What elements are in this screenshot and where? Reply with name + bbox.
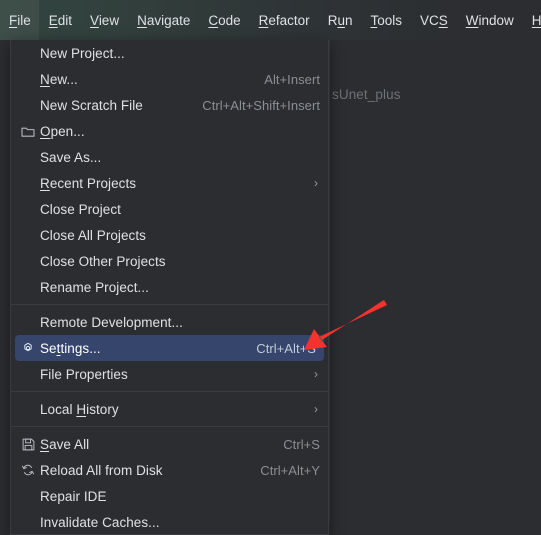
menu-item-label: Recent Projects bbox=[40, 175, 137, 191]
menu-item-label: Save All bbox=[40, 436, 90, 452]
menubar-item-edit[interactable]: Edit bbox=[40, 0, 81, 40]
menu-item-label: Close All Projects bbox=[40, 227, 146, 243]
menu-item-label: Reload All from Disk bbox=[40, 462, 163, 478]
menu-item-label: File Properties bbox=[40, 366, 128, 382]
menu-item-repair-ide[interactable]: Repair IDE bbox=[11, 483, 328, 509]
menu-item-invalidate-caches[interactable]: Invalidate Caches... bbox=[11, 509, 328, 534]
menu-separator bbox=[11, 304, 328, 305]
menubar-item-vcs[interactable]: VCS bbox=[411, 0, 457, 40]
menubar-item-code[interactable]: Code bbox=[199, 0, 249, 40]
menu-item-icon-slot bbox=[19, 175, 37, 191]
menu-item-new-project[interactable]: New Project... bbox=[11, 40, 328, 66]
menu-item-label: Remote Development... bbox=[40, 314, 183, 330]
menu-item-file-properties[interactable]: File Properties › bbox=[11, 361, 328, 387]
menu-item-remote-development[interactable]: Remote Development... bbox=[11, 309, 328, 335]
menubar-item-label: Help bbox=[531, 12, 541, 28]
menu-item-icon-slot bbox=[19, 71, 37, 87]
menu-item-new[interactable]: New... Alt+Insert bbox=[11, 66, 328, 92]
menu-item-icon-slot bbox=[19, 253, 37, 269]
menubar-item-label: VCS bbox=[419, 12, 448, 28]
menu-item-label: Close Other Projects bbox=[40, 253, 166, 269]
folder-icon bbox=[19, 123, 37, 139]
menubar-item-refactor[interactable]: Refactor bbox=[250, 0, 319, 40]
menu-item-save-all[interactable]: Save All Ctrl+S bbox=[11, 431, 328, 457]
menu-item-label: Settings... bbox=[40, 340, 101, 356]
menu-item-shortcut: Ctrl+Alt+Y bbox=[260, 462, 320, 478]
menubar-item-view[interactable]: View bbox=[81, 0, 128, 40]
menu-separator bbox=[11, 391, 328, 392]
menu-item-icon-slot bbox=[19, 45, 37, 61]
menubar-item-run[interactable]: Run bbox=[319, 0, 362, 40]
menu-item-icon-slot bbox=[19, 488, 37, 504]
menubar-item-label: View bbox=[90, 12, 120, 28]
file-menu-dropdown: New Project... New... Alt+Insert New Scratc… bbox=[10, 40, 329, 535]
menu-item-icon-slot bbox=[19, 227, 37, 243]
editor-ghost-text: sUnet_plus bbox=[332, 87, 401, 102]
menu-item-shortcut: Ctrl+S bbox=[283, 436, 320, 452]
menu-item-icon-slot bbox=[19, 314, 37, 330]
menubar-item-navigate[interactable]: Navigate bbox=[128, 0, 199, 40]
menu-item-local-history[interactable]: Local History › bbox=[11, 396, 328, 422]
menu-item-settings[interactable]: Settings... Ctrl+Alt+S bbox=[15, 335, 324, 361]
menu-item-icon-slot bbox=[19, 149, 37, 165]
menu-item-label: Close Project bbox=[40, 201, 121, 217]
menu-item-icon-slot bbox=[19, 97, 37, 113]
menu-item-icon-slot bbox=[19, 366, 37, 382]
menubar-item-window[interactable]: Window bbox=[457, 0, 523, 40]
menu-item-icon-slot bbox=[19, 401, 37, 417]
chevron-right-icon: › bbox=[314, 367, 318, 381]
menubar-item-label: Navigate bbox=[137, 12, 191, 28]
menu-item-label: Open... bbox=[40, 123, 85, 139]
menubar-item-label: Refactor bbox=[258, 12, 310, 28]
menubar-item-file[interactable]: File bbox=[0, 0, 40, 40]
menu-item-reload-all-from-disk[interactable]: Reload All from Disk Ctrl+Alt+Y bbox=[11, 457, 328, 483]
gear-icon bbox=[19, 340, 37, 356]
reload-icon bbox=[19, 462, 37, 478]
menu-item-icon-slot bbox=[19, 514, 37, 530]
menu-item-icon-slot bbox=[19, 201, 37, 217]
menu-item-open[interactable]: Open... bbox=[11, 118, 328, 144]
menu-item-icon-slot bbox=[19, 279, 37, 295]
menu-separator bbox=[11, 426, 328, 427]
menu-item-recent-projects[interactable]: Recent Projects › bbox=[11, 170, 328, 196]
chevron-right-icon: › bbox=[314, 176, 318, 190]
menu-item-shortcut: Alt+Insert bbox=[264, 71, 320, 87]
menu-item-label: New... bbox=[40, 71, 78, 87]
menu-item-new-scratch-file[interactable]: New Scratch File Ctrl+Alt+Shift+Insert bbox=[11, 92, 328, 118]
menu-item-label: Invalidate Caches... bbox=[40, 514, 160, 530]
menu-item-close-all-projects[interactable]: Close All Projects bbox=[11, 222, 328, 248]
menu-item-label: Local History bbox=[40, 401, 119, 417]
menubar-item-tools[interactable]: Tools bbox=[361, 0, 411, 40]
menubar-item-label: File bbox=[9, 12, 31, 28]
menu-item-shortcut: Ctrl+Alt+S bbox=[256, 340, 316, 356]
save-icon bbox=[19, 436, 37, 452]
menu-item-label: New Scratch File bbox=[40, 97, 143, 113]
menubar-item-help[interactable]: Help bbox=[523, 0, 541, 40]
menu-item-close-project[interactable]: Close Project bbox=[11, 196, 328, 222]
menubar-item-label: Tools bbox=[370, 12, 402, 28]
menu-item-shortcut: Ctrl+Alt+Shift+Insert bbox=[202, 97, 320, 113]
menubar-item-label: Edit bbox=[48, 12, 73, 28]
menubar-item-label: Code bbox=[208, 12, 241, 28]
chevron-right-icon: › bbox=[314, 402, 318, 416]
menu-item-label: New Project... bbox=[40, 45, 125, 61]
menu-item-label: Rename Project... bbox=[40, 279, 149, 295]
menu-item-label: Save As... bbox=[40, 149, 102, 165]
menu-item-save-as[interactable]: Save As... bbox=[11, 144, 328, 170]
menu-item-rename-project[interactable]: Rename Project... bbox=[11, 274, 328, 300]
menubar-item-label: Run bbox=[327, 12, 353, 28]
main-menu-bar: File Edit View Navigate Code Refactor Run Tools… bbox=[0, 0, 541, 40]
menubar-item-label: Window bbox=[465, 12, 514, 28]
menu-item-label: Repair IDE bbox=[40, 488, 107, 504]
menu-item-close-other-projects[interactable]: Close Other Projects bbox=[11, 248, 328, 274]
editor-divider-line bbox=[329, 40, 330, 523]
